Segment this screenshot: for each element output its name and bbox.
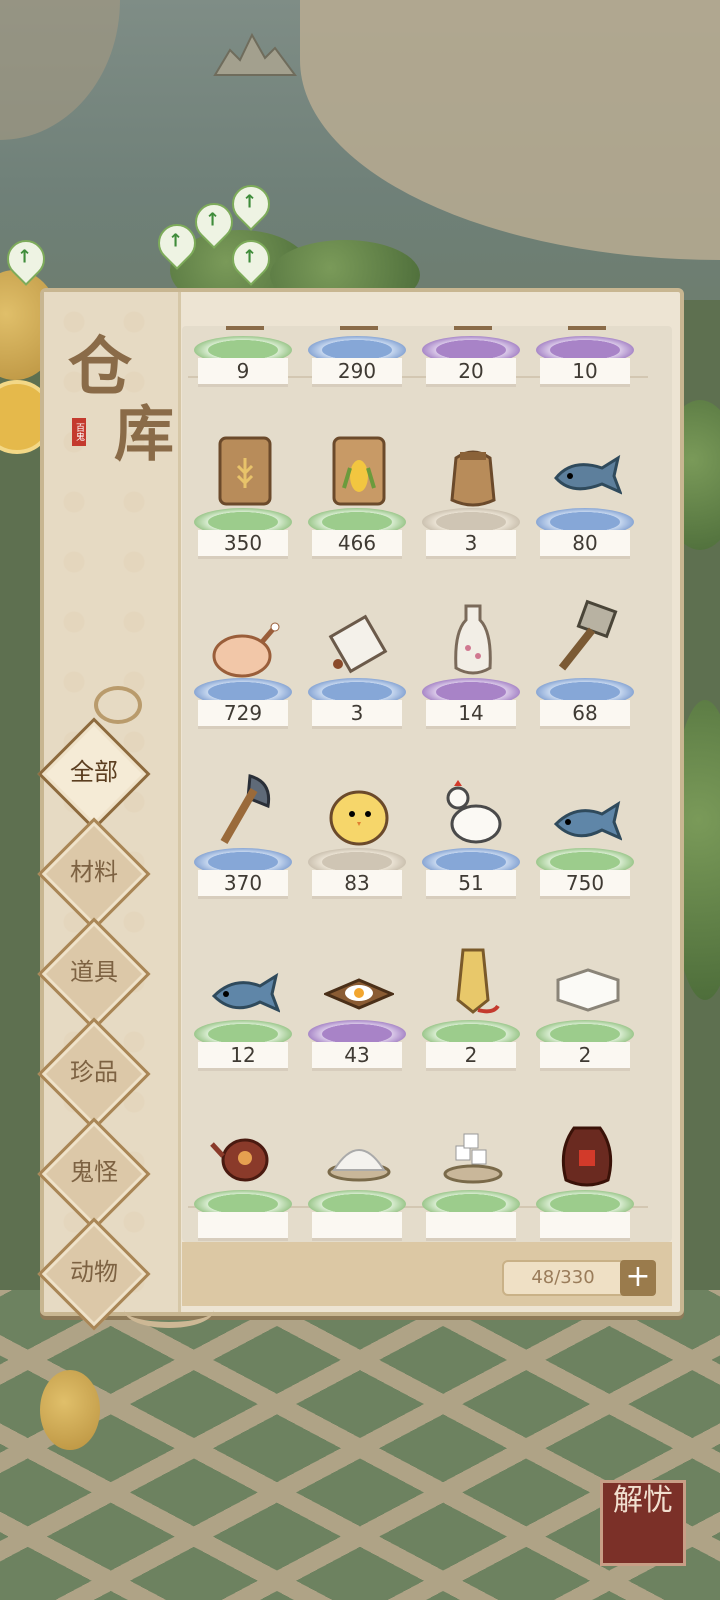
item-count: 370 [198, 870, 288, 899]
inventory-slot[interactable]: 14 [418, 588, 532, 738]
item-count: 9 [198, 358, 288, 387]
item-count [426, 1212, 516, 1241]
inventory-slot[interactable] [418, 1100, 532, 1242]
sugar-cubes-icon [438, 1110, 508, 1198]
autumn-tree [40, 1370, 100, 1450]
item-count: 3 [426, 530, 516, 559]
inventory-slot[interactable]: 20 [418, 326, 532, 396]
tab-treasures[interactable]: 珍品 [46, 1052, 142, 1087]
tab-materials[interactable]: 材料 [46, 852, 142, 887]
item-count: 83 [312, 870, 402, 899]
fish-head-icon [552, 428, 623, 516]
inventory-slot[interactable]: 3 [418, 418, 532, 568]
item-count: 750 [540, 870, 630, 899]
partial-item-icon [324, 326, 394, 344]
item-count: 466 [312, 530, 402, 559]
item-count [540, 1212, 630, 1241]
jieyou-button[interactable]: 解忧 [600, 1480, 686, 1566]
fish-icon [552, 768, 623, 856]
talisman-icon [438, 940, 508, 1028]
inventory-slot[interactable]: 3 [304, 588, 418, 738]
inventory-slot[interactable] [532, 1100, 646, 1242]
item-count: 350 [198, 530, 288, 559]
inventory-slot[interactable] [190, 1100, 304, 1242]
inventory-slot[interactable]: 83 [304, 758, 418, 908]
inventory-slot[interactable]: 290 [304, 326, 418, 396]
item-count: 14 [426, 700, 516, 729]
item-count: 2 [426, 1042, 516, 1071]
hen-icon [438, 768, 508, 856]
river-rocks [213, 32, 297, 76]
partial-item-icon [210, 326, 280, 344]
fried-egg-board-icon [322, 940, 396, 1028]
item-count: 3 [312, 700, 402, 729]
chick-icon [324, 768, 394, 856]
small-sack-icon [438, 428, 508, 516]
title-char-2: 库 [114, 400, 174, 470]
item-count: 51 [426, 870, 516, 899]
hammer-icon [552, 598, 622, 686]
corn-bag-icon [324, 428, 394, 516]
inventory-slot[interactable]: 750 [532, 758, 646, 908]
axe-icon [210, 768, 280, 856]
item-count [198, 1212, 288, 1241]
inventory-slot[interactable]: 68 [532, 588, 646, 738]
wheat-bag-icon [210, 428, 280, 516]
inventory-slot[interactable]: 2 [532, 930, 646, 1080]
tab-all[interactable]: 全部 [46, 752, 142, 787]
category-sidebar: 仓 库 百鬼 全部 材料 道具 珍品 鬼怪 动物 [37, 292, 181, 1331]
inventory-slot[interactable]: 51 [418, 758, 532, 908]
item-count [312, 1212, 402, 1241]
item-count: 729 [198, 700, 288, 729]
inventory-slot[interactable]: 43 [304, 930, 418, 1080]
partial-item-icon [438, 326, 508, 344]
inventory-slot[interactable]: 350 [190, 418, 304, 568]
tab-props[interactable]: 道具 [46, 952, 142, 987]
wine-bottle-icon [438, 598, 508, 686]
inventory-slot[interactable] [304, 1100, 418, 1242]
inventory-slot[interactable]: 9 [190, 326, 304, 396]
salt-pile-icon [324, 1110, 394, 1198]
fish-icon [210, 940, 281, 1028]
partial-item-icon [552, 326, 622, 344]
inventory-slot[interactable]: 12 [190, 930, 304, 1080]
inventory-slot[interactable]: 2 [418, 930, 532, 1080]
tab-ghosts[interactable]: 鬼怪 [46, 1152, 142, 1187]
warehouse-panel: 仓 库 百鬼 全部 材料 道具 珍品 鬼怪 动物 9 290 20 10 350 466 3… [37, 288, 684, 1331]
item-count: 2 [540, 1042, 630, 1071]
item-count: 20 [426, 358, 516, 387]
inventory-slot[interactable]: 729 [190, 588, 304, 738]
item-count: 68 [540, 700, 630, 729]
expand-capacity-button[interactable]: + [620, 1260, 656, 1296]
seal-stamp: 百鬼 [72, 418, 86, 446]
item-count: 80 [540, 530, 630, 559]
tofu-icon [552, 940, 622, 1028]
item-count: 10 [540, 358, 630, 387]
item-count: 290 [312, 358, 402, 387]
item-count: 43 [312, 1042, 402, 1071]
teapot-icon [210, 1110, 280, 1198]
scroll-icon [324, 598, 394, 686]
decorative-knot-icon [94, 686, 142, 724]
inventory-slot[interactable]: 10 [532, 326, 646, 396]
roast-chicken-icon [210, 598, 280, 686]
inventory-slot[interactable]: 466 [304, 418, 418, 568]
tab-animals[interactable]: 动物 [46, 1252, 142, 1287]
wine-jar-icon [552, 1110, 622, 1198]
capacity-counter: 48/330 [502, 1260, 624, 1296]
inventory-slot[interactable]: 370 [190, 758, 304, 908]
item-count: 12 [198, 1042, 288, 1071]
inventory-slot[interactable]: 80 [532, 418, 646, 568]
item-grid[interactable]: 9 290 20 10 350 466 3 80 729 3 14 68 370 83 51 750 12 43 2… [182, 326, 672, 1242]
